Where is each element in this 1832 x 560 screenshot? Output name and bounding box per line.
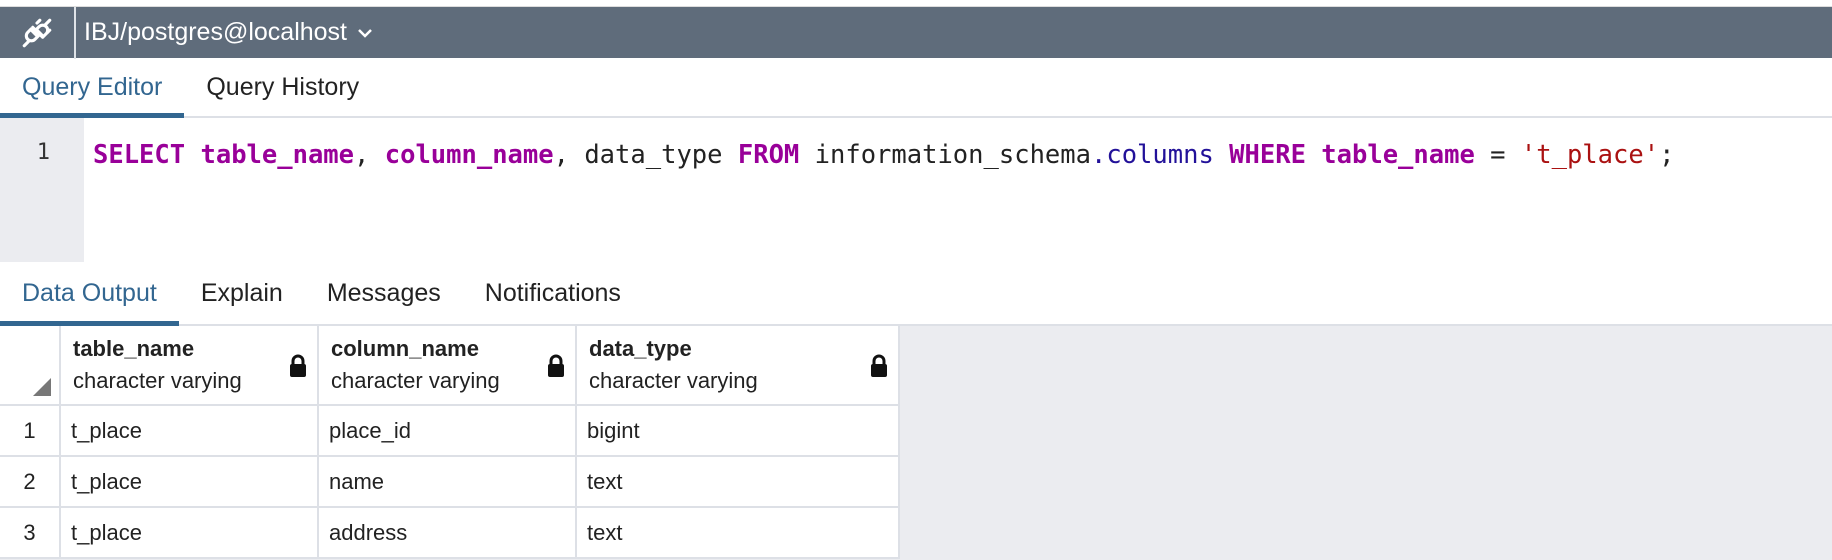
select-all-corner[interactable]	[0, 326, 61, 406]
column-header[interactable]: table_name character varying	[61, 326, 319, 406]
cell[interactable]: t_place	[61, 508, 319, 559]
row-number[interactable]: 2	[0, 457, 61, 508]
tab-query-editor[interactable]: Query Editor	[0, 58, 185, 118]
editor-tabs: Query Editor Query History	[0, 58, 1832, 118]
sql-token: 't_place'	[1520, 140, 1660, 170]
cell[interactable]: t_place	[61, 457, 319, 508]
sql-token: information_schema	[799, 140, 1091, 170]
column-header[interactable]: data_type character varying	[577, 326, 900, 406]
table-row[interactable]: 2 t_place name text	[0, 457, 900, 508]
row-number[interactable]: 1	[0, 406, 61, 457]
sql-token: ;	[1659, 140, 1675, 170]
sql-token: ,	[354, 140, 385, 170]
connection-label: IBJ/postgres@localhost	[84, 18, 348, 46]
tab-explain[interactable]: Explain	[179, 262, 305, 324]
cell[interactable]: text	[577, 457, 900, 508]
cell[interactable]: name	[319, 457, 577, 508]
column-name: data_type	[589, 336, 692, 361]
tab-query-history[interactable]: Query History	[184, 58, 381, 116]
sql-token: FROM	[737, 140, 800, 170]
sql-token: table_name	[1321, 140, 1475, 170]
tab-notifications[interactable]: Notifications	[463, 262, 643, 324]
column-type: character varying	[331, 368, 500, 393]
cell[interactable]: place_id	[319, 406, 577, 457]
connection-selector[interactable]: IBJ/postgres@localhost	[76, 18, 373, 47]
data-grid: table_name character varying column_name c…	[0, 326, 1832, 560]
column-type: character varying	[589, 368, 758, 393]
cell[interactable]: t_place	[61, 406, 319, 457]
sql-token: , data_type	[553, 140, 738, 170]
lock-icon	[871, 354, 887, 377]
tab-data-output[interactable]: Data Output	[0, 262, 179, 326]
lock-icon	[290, 354, 306, 377]
corner-triangle-icon	[33, 378, 51, 396]
column-header[interactable]: column_name character varying	[319, 326, 577, 406]
cell[interactable]: text	[577, 508, 900, 559]
column-type: character varying	[73, 368, 242, 393]
table-row[interactable]: 3 t_place address text	[0, 508, 900, 559]
cell[interactable]: address	[319, 508, 577, 559]
column-name: table_name	[73, 336, 195, 361]
tab-messages[interactable]: Messages	[305, 262, 463, 324]
sql-token: column_name	[384, 140, 554, 170]
sql-token: =	[1474, 140, 1521, 170]
connection-bar: IBJ/postgres@localhost	[0, 6, 1832, 59]
table-row[interactable]: 1 t_place place_id bigint	[0, 406, 900, 457]
column-name: column_name	[331, 336, 479, 361]
line-number: 1	[0, 118, 84, 262]
sql-token: table_name	[200, 140, 355, 170]
sql-token: .columns	[1090, 140, 1214, 170]
lock-icon	[548, 354, 564, 377]
header-row: table_name character varying column_name c…	[0, 326, 900, 406]
chevron-down-icon	[358, 28, 372, 38]
sql-token: WHERE	[1229, 140, 1306, 170]
sql-code[interactable]: SELECT table_name, column_name, data_typ…	[84, 118, 1674, 262]
row-number[interactable]: 3	[0, 508, 61, 559]
plug-icon[interactable]	[0, 6, 76, 59]
cell[interactable]: bigint	[577, 406, 900, 457]
sql-token: SELECT	[93, 140, 186, 170]
output-tabs: Data Output Explain Messages Notificatio…	[0, 262, 1832, 326]
sql-editor[interactable]: 1 SELECT table_name, column_name, data_t…	[0, 118, 1832, 262]
